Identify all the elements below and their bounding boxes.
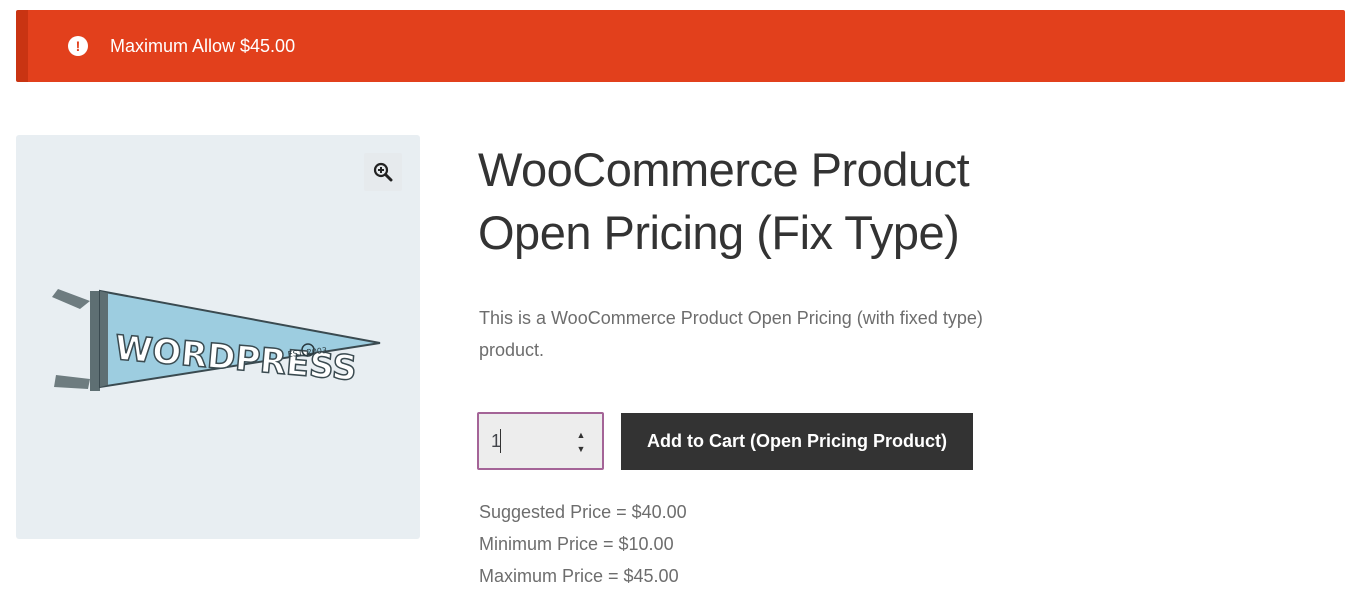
product-gallery: WORDPRESS EST. 2003 xyxy=(16,135,420,539)
zoom-in-icon[interactable] xyxy=(364,153,402,191)
product-title: WooCommerce Product Open Pricing (Fix Ty… xyxy=(478,143,970,259)
text-cursor xyxy=(500,429,501,453)
spin-up-icon[interactable]: ▲ xyxy=(574,428,588,442)
product-image[interactable]: WORDPRESS EST. 2003 xyxy=(50,287,390,402)
error-notice: ! Maximum Allow $45.00 xyxy=(16,10,1345,82)
minimum-price: Minimum Price = $10.00 xyxy=(479,534,674,554)
suggested-price: Suggested Price = $40.00 xyxy=(479,502,687,522)
spin-down-icon[interactable]: ▼ xyxy=(574,442,588,456)
add-to-cart-button[interactable]: Add to Cart (Open Pricing Product) xyxy=(621,413,973,470)
quantity-input[interactable]: 1 ▲ ▼ xyxy=(477,412,604,470)
quantity-stepper[interactable]: ▲ ▼ xyxy=(574,428,588,456)
exclamation-icon: ! xyxy=(68,36,88,56)
product-description: This is a WooCommerce Product Open Prici… xyxy=(479,308,983,360)
notice-text: Maximum Allow $45.00 xyxy=(110,36,296,56)
price-info: Suggested Price = $40.00 Minimum Price =… xyxy=(479,496,687,592)
maximum-price: Maximum Price = $45.00 xyxy=(479,566,679,586)
